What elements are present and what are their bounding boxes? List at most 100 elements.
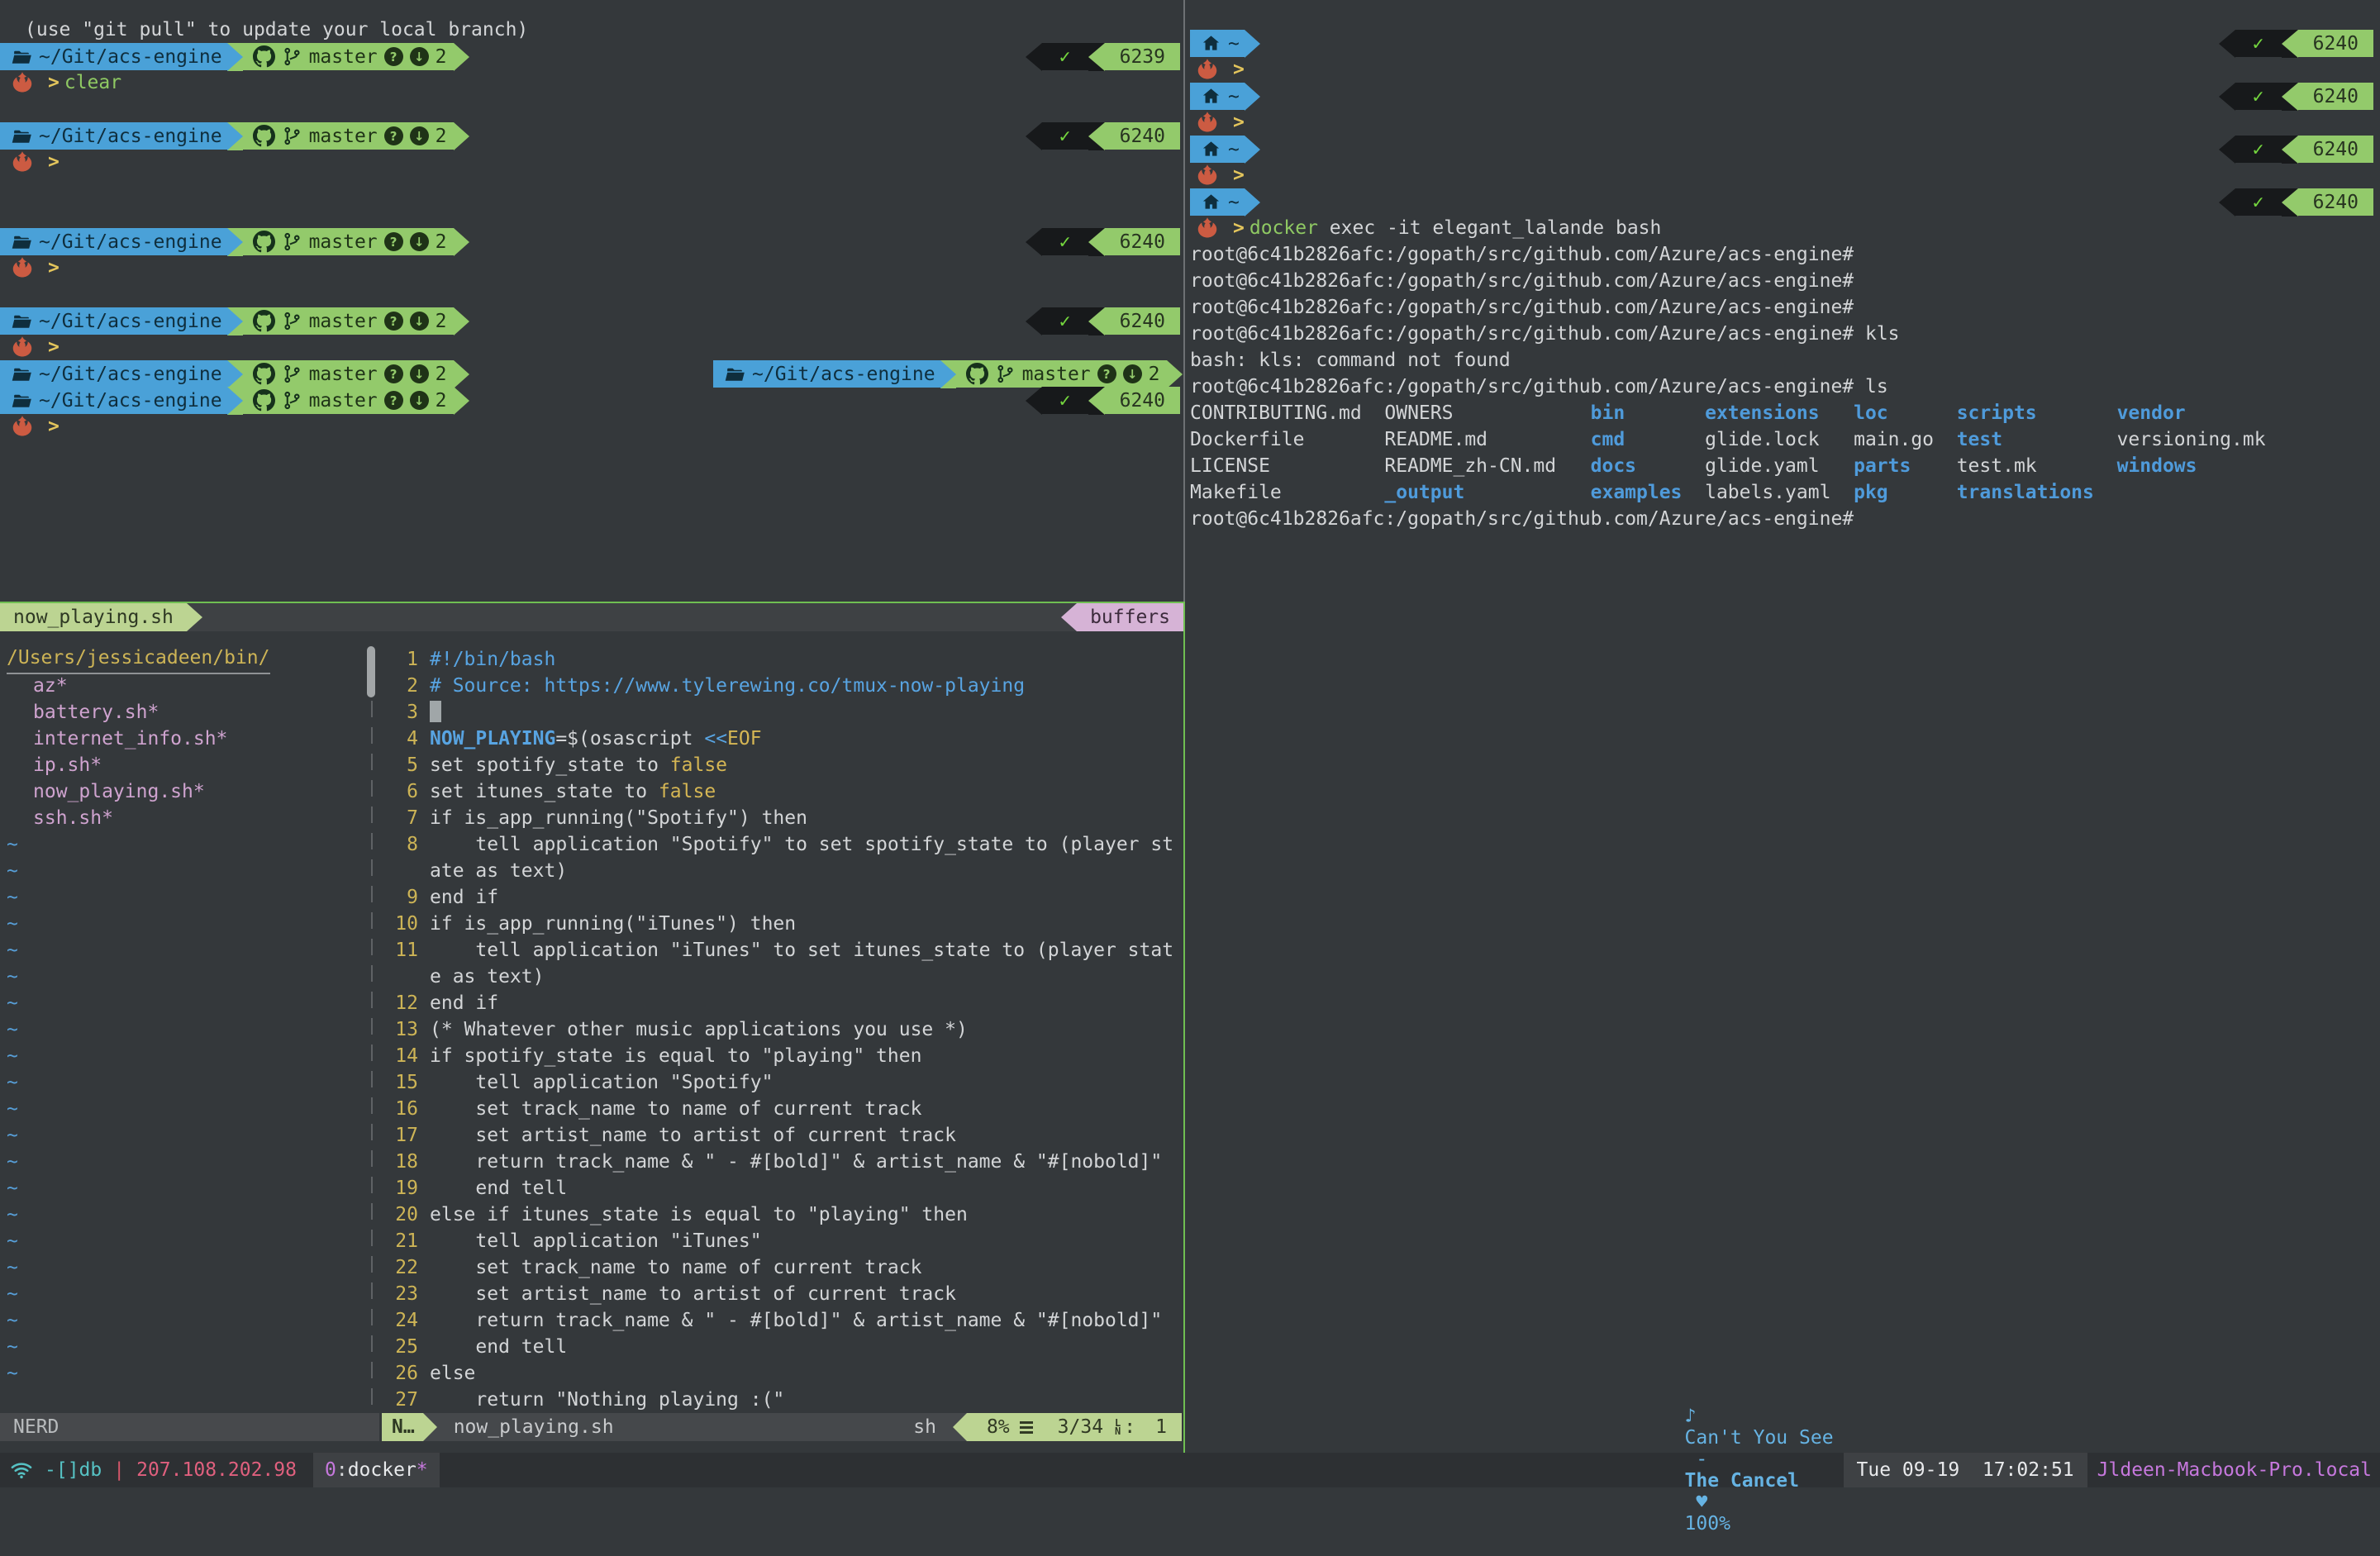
line-number: 18 [382, 1149, 418, 1175]
code-text: set spotify_state to false [430, 752, 727, 778]
git-branch-icon [282, 126, 302, 146]
tree-file-item[interactable]: ip.sh* [33, 752, 102, 778]
mode-label: N… [392, 1416, 415, 1438]
rebel-icon [1195, 163, 1220, 188]
empty-line-tilde: ~ [7, 1360, 18, 1387]
question-circle-icon: ? [384, 312, 403, 331]
code-segment: end tell [430, 1336, 567, 1358]
home-path: ~ [1228, 86, 1240, 107]
code-line: e as text) [382, 964, 544, 990]
vim-pane[interactable]: now_playing.sh buffers /Users/jessicadee… [0, 603, 1183, 1453]
code-segment: set track_name to name of current track [430, 1098, 921, 1120]
window-tab-docker[interactable]: 0 : docker * [313, 1453, 440, 1487]
file-listing-row: LICENSEREADME_zh-CN.mddocsglide.yamlpart… [1190, 453, 2277, 479]
rebel-icon [1195, 57, 1220, 82]
empty-line-tilde: ~ [7, 1254, 18, 1281]
directory-name: bin [1591, 400, 1705, 426]
git-branch-icon [282, 231, 302, 252]
git-prompt-bar: ~/Git/acs-enginemaster?↓2 [0, 307, 469, 335]
buffers-tab[interactable]: buffers [1077, 603, 1183, 631]
github-icon [253, 45, 275, 68]
statusline-position-segment: 8% 3/34 LN : 1 [967, 1413, 1182, 1441]
question-circle-icon: ? [384, 232, 403, 251]
position-colon: : [1124, 1416, 1135, 1438]
git-prompt-bar: ~/Git/acs-enginemaster?↓2 [713, 360, 1183, 388]
empty-line-tilde: ~ [7, 1201, 18, 1228]
powerline-arrow-icon [227, 43, 243, 71]
code-line: 11 tell application "iTunes" to set itun… [382, 937, 1173, 964]
statusline-filetype: sh [913, 1413, 953, 1441]
file-name: Makefile [1190, 479, 1384, 506]
prompt-input-line: >docker exec -it elegant_lalande bash [1195, 215, 1661, 241]
badge-arrow-icon [2282, 136, 2298, 164]
empty-line-tilde: ~ [7, 1122, 18, 1149]
powerline-arrow-icon [454, 387, 469, 415]
shell-pane-top-left[interactable]: (use "git pull" to update your local bra… [0, 0, 1183, 602]
prompt-path-segment: ~/Git/acs-engine [713, 360, 940, 388]
window-split-divider[interactable] [371, 701, 373, 1418]
trigram-icon [1020, 1421, 1033, 1434]
tab-now-playing[interactable]: now_playing.sh [0, 603, 187, 631]
prompt-path-segment: ~/Git/acs-engine [0, 228, 227, 255]
code-line: 24 return track_name & " - #[bold]" & ar… [382, 1307, 1162, 1334]
tree-file-item[interactable]: az* [33, 673, 68, 699]
home-prompt-bar: ~ [1190, 83, 1260, 110]
file-name: labels.yaml [1705, 479, 1854, 506]
ip-address: 207.108.202.98 [136, 1459, 297, 1481]
artist-name: The Cancel [1685, 1470, 1799, 1492]
code-text: else [430, 1360, 475, 1387]
line-number: 10 [382, 911, 418, 937]
code-text: end if [430, 990, 498, 1016]
prompt-chevron-icon: > [48, 149, 60, 175]
tree-file-item[interactable]: internet_info.sh* [33, 726, 227, 752]
line-number: 8 [382, 831, 418, 858]
tree-file-item[interactable]: battery.sh* [33, 699, 159, 726]
prompt-input-line: > [1195, 162, 1250, 188]
line-number: 3 [382, 699, 418, 726]
directory-name: examples [1591, 479, 1705, 506]
pane-border-vertical-active [1183, 602, 1185, 1453]
home-icon [1201, 86, 1221, 107]
heart-icon: ♥ [1685, 1492, 1720, 1513]
status-separator: | [113, 1459, 125, 1481]
battery-percent: 100% [1685, 1513, 1730, 1535]
empty-line-tilde: ~ [7, 937, 18, 964]
behind-count: 2 [436, 126, 447, 147]
prompt-input-line: > [10, 334, 64, 360]
empty-line-tilde: ~ [7, 1175, 18, 1201]
code-text [430, 699, 441, 726]
folder-icon [11, 126, 32, 147]
home-prompt-bar: ~ [1190, 188, 1260, 216]
folder-icon [11, 311, 32, 332]
badge-arrow-icon [2282, 30, 2298, 58]
git-branch-icon [282, 364, 302, 384]
scrollbar-thumb[interactable] [367, 646, 375, 697]
empty-line-tilde: ~ [7, 858, 18, 884]
prompt-chevron-icon: > [1233, 215, 1245, 241]
badge-arrow-icon [2219, 136, 2235, 164]
prompt-chevron-icon: > [1233, 56, 1245, 83]
mode-indicator: N… [382, 1413, 423, 1441]
github-icon [253, 389, 275, 412]
code-segment: set artist_name to artist of current tra… [430, 1125, 956, 1146]
code-text: e as text) [430, 964, 544, 990]
tree-file-item[interactable]: now_playing.sh* [33, 778, 205, 805]
file-listing-row: CONTRIBUTING.mdOWNERSbinextensionslocscr… [1190, 400, 2277, 426]
exit-code: 6239 [1105, 43, 1180, 70]
cursor-position: 3/34 [1058, 1416, 1103, 1438]
shell-pane-docker[interactable]: ~✓6240>~✓6240>~✓6240>~✓6240>docker exec … [1185, 0, 2380, 1453]
empty-line-tilde: ~ [7, 1069, 18, 1096]
code-segment: =$(osascript [555, 728, 704, 749]
statusline-right-arrow-icon [953, 1413, 967, 1441]
prompt-input-line: >clear [10, 69, 121, 96]
prompt-chevron-icon: > [1233, 109, 1245, 136]
file-name: README.md [1384, 426, 1590, 453]
nerdtree-root-path[interactable]: /Users/jessicadeen/bin/ [7, 646, 270, 673]
tree-file-item[interactable]: ssh.sh* [33, 805, 113, 831]
prompt-home-segment: ~ [1190, 136, 1245, 163]
git-prompt-bar: ~/Git/acs-enginemaster?↓2 [0, 228, 469, 255]
badge-arrow-icon [1088, 43, 1105, 71]
command-text: clear [64, 69, 121, 96]
badge-arrow-icon [1088, 307, 1105, 335]
badge-arrow-icon [1026, 122, 1042, 150]
